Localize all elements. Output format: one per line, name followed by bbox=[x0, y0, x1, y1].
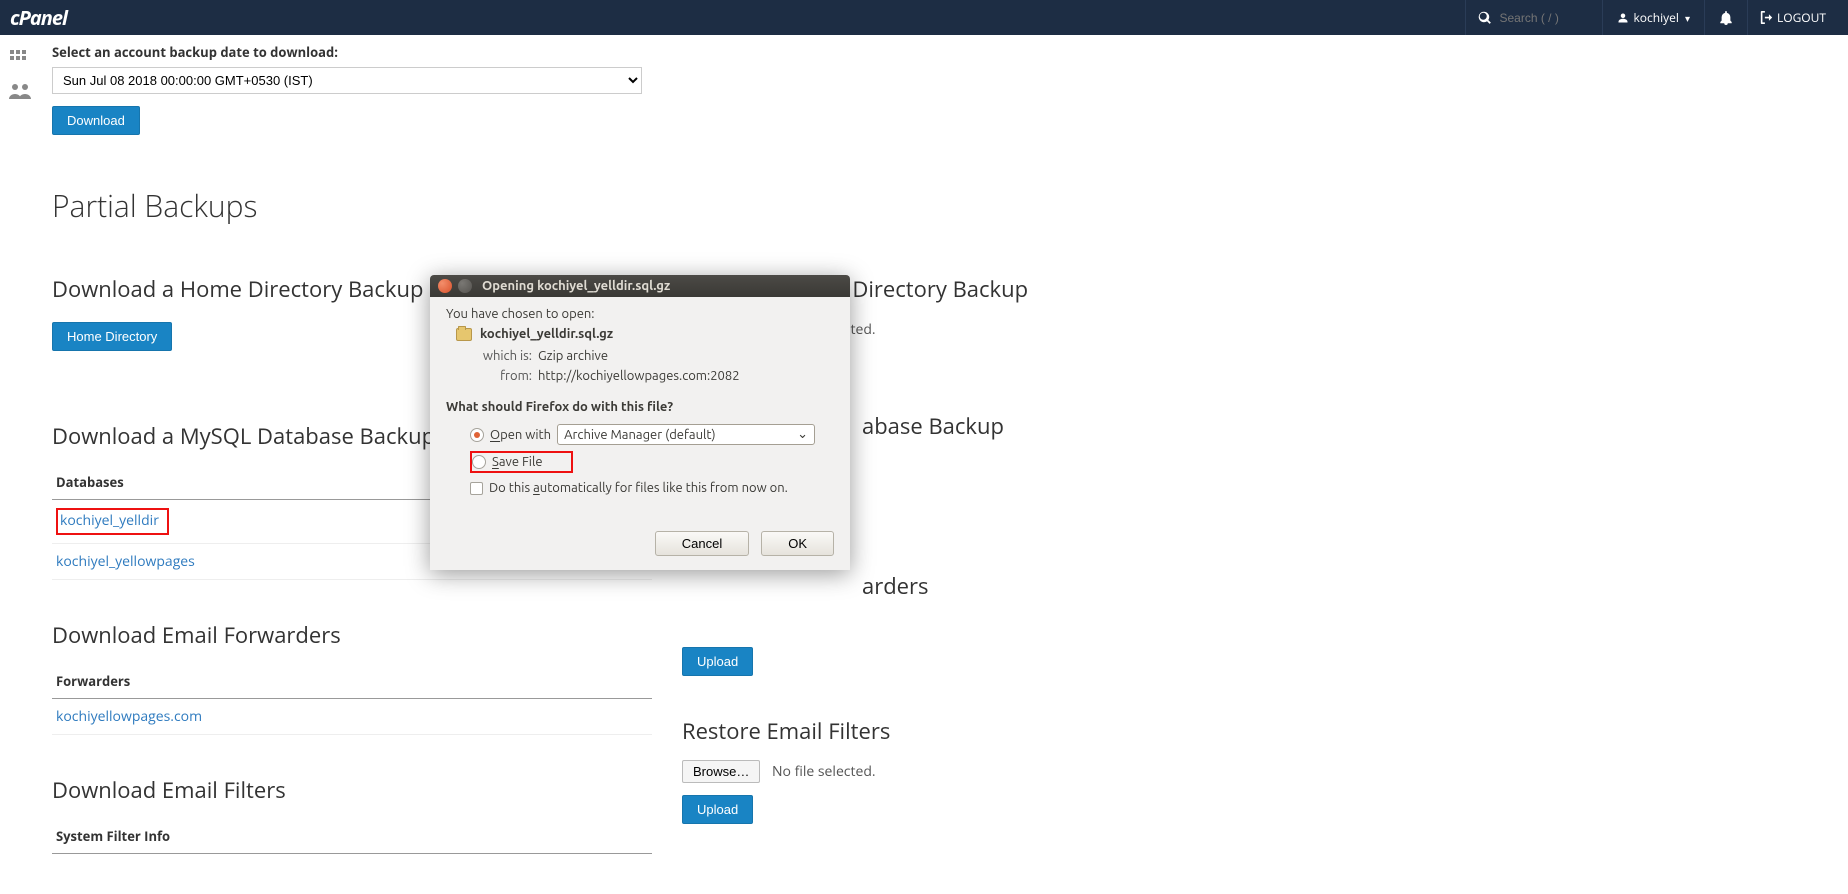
dialog-question: What should Firefox do with this file? bbox=[446, 400, 834, 414]
restore-filters-heading: Restore Email Filters bbox=[682, 716, 1842, 746]
download-backup-button[interactable]: Download bbox=[52, 106, 140, 135]
download-forwarders-heading: Download Email Forwarders bbox=[52, 620, 652, 650]
chevron-down-icon: ⌄ bbox=[797, 427, 808, 442]
user-menu[interactable]: kochiyel ▾ bbox=[1602, 0, 1704, 35]
main-content: Select an account backup date to downloa… bbox=[40, 35, 1848, 894]
filters-header: System Filter Info bbox=[52, 819, 652, 854]
cancel-button[interactable]: Cancel bbox=[655, 531, 749, 556]
radio-save-file[interactable] bbox=[472, 455, 486, 469]
search-input[interactable] bbox=[1500, 11, 1590, 25]
save-file-radio-row[interactable]: Save File bbox=[470, 451, 834, 473]
auto-checkbox[interactable] bbox=[470, 482, 483, 495]
download-dialog: Opening kochiyel_yelldir.sql.gz You have… bbox=[430, 275, 850, 570]
logout-icon bbox=[1760, 11, 1777, 24]
dialog-title: Opening kochiyel_yelldir.sql.gz bbox=[482, 279, 670, 293]
no-file-label: No file selected. bbox=[772, 762, 876, 781]
upload-forwarders-button[interactable]: Upload bbox=[682, 647, 753, 676]
search-icon bbox=[1478, 11, 1492, 25]
restore-home-heading: Restore a Home Directory Backup bbox=[682, 274, 1842, 304]
backup-date-label: Select an account backup date to downloa… bbox=[52, 43, 1842, 61]
auto-checkbox-row[interactable]: Do this automatically for files like thi… bbox=[470, 481, 834, 495]
notifications-button[interactable] bbox=[1704, 0, 1747, 35]
ok-button[interactable]: OK bbox=[761, 531, 834, 556]
file-folder-icon bbox=[456, 328, 472, 341]
open-with-label: Open with bbox=[490, 428, 551, 442]
close-icon[interactable] bbox=[438, 279, 452, 293]
download-filters-heading: Download Email Filters bbox=[52, 775, 652, 805]
db-link-yellowpages[interactable]: kochiyel_yellowpages bbox=[56, 552, 195, 571]
username: kochiyel bbox=[1634, 9, 1679, 26]
forwarders-header: Forwarders bbox=[52, 664, 652, 699]
upload-filters-button[interactable]: Upload bbox=[682, 795, 753, 824]
bell-icon bbox=[1719, 11, 1733, 25]
browse-filters-button[interactable]: Browse… bbox=[682, 760, 760, 783]
auto-label: Do this automatically for files like thi… bbox=[489, 481, 788, 495]
open-with-radio-row[interactable]: Open with Archive Manager (default) ⌄ bbox=[470, 424, 834, 445]
topbar: cPanel kochiyel ▾ LOGOUT bbox=[0, 0, 1848, 35]
restore-mysql-heading-partial: abase Backup bbox=[682, 411, 1842, 441]
minimize-icon[interactable] bbox=[458, 279, 472, 293]
logo: cPanel bbox=[10, 4, 67, 31]
partial-backups-heading: Partial Backups bbox=[52, 185, 1842, 226]
save-file-label: Save File bbox=[492, 455, 543, 469]
caret-down-icon: ▾ bbox=[1685, 11, 1690, 25]
sidebar bbox=[0, 35, 40, 894]
backup-date-select[interactable]: Sun Jul 08 2018 00:00:00 GMT+0530 (IST) bbox=[52, 67, 642, 94]
home-directory-button[interactable]: Home Directory bbox=[52, 322, 172, 351]
search-wrap[interactable] bbox=[1465, 0, 1602, 35]
forwarder-link[interactable]: kochiyellowpages.com bbox=[56, 707, 202, 726]
table-row: kochiyellowpages.com bbox=[52, 699, 652, 735]
dialog-titlebar[interactable]: Opening kochiyel_yelldir.sql.gz bbox=[430, 275, 850, 297]
sidebar-users-icon[interactable] bbox=[8, 81, 32, 101]
radio-open-with[interactable] bbox=[470, 428, 484, 442]
application-select[interactable]: Archive Manager (default) ⌄ bbox=[557, 424, 815, 445]
restore-forwarders-heading-partial: arders bbox=[682, 571, 1842, 601]
dialog-intro: You have chosen to open: bbox=[446, 307, 834, 321]
sidebar-apps-icon[interactable] bbox=[9, 49, 31, 67]
logout-button[interactable]: LOGOUT bbox=[1747, 0, 1838, 35]
dialog-filename: kochiyel_yelldir.sql.gz bbox=[480, 327, 613, 341]
db-link-yelldir[interactable]: kochiyel_yelldir bbox=[60, 511, 159, 530]
user-icon bbox=[1617, 12, 1629, 24]
